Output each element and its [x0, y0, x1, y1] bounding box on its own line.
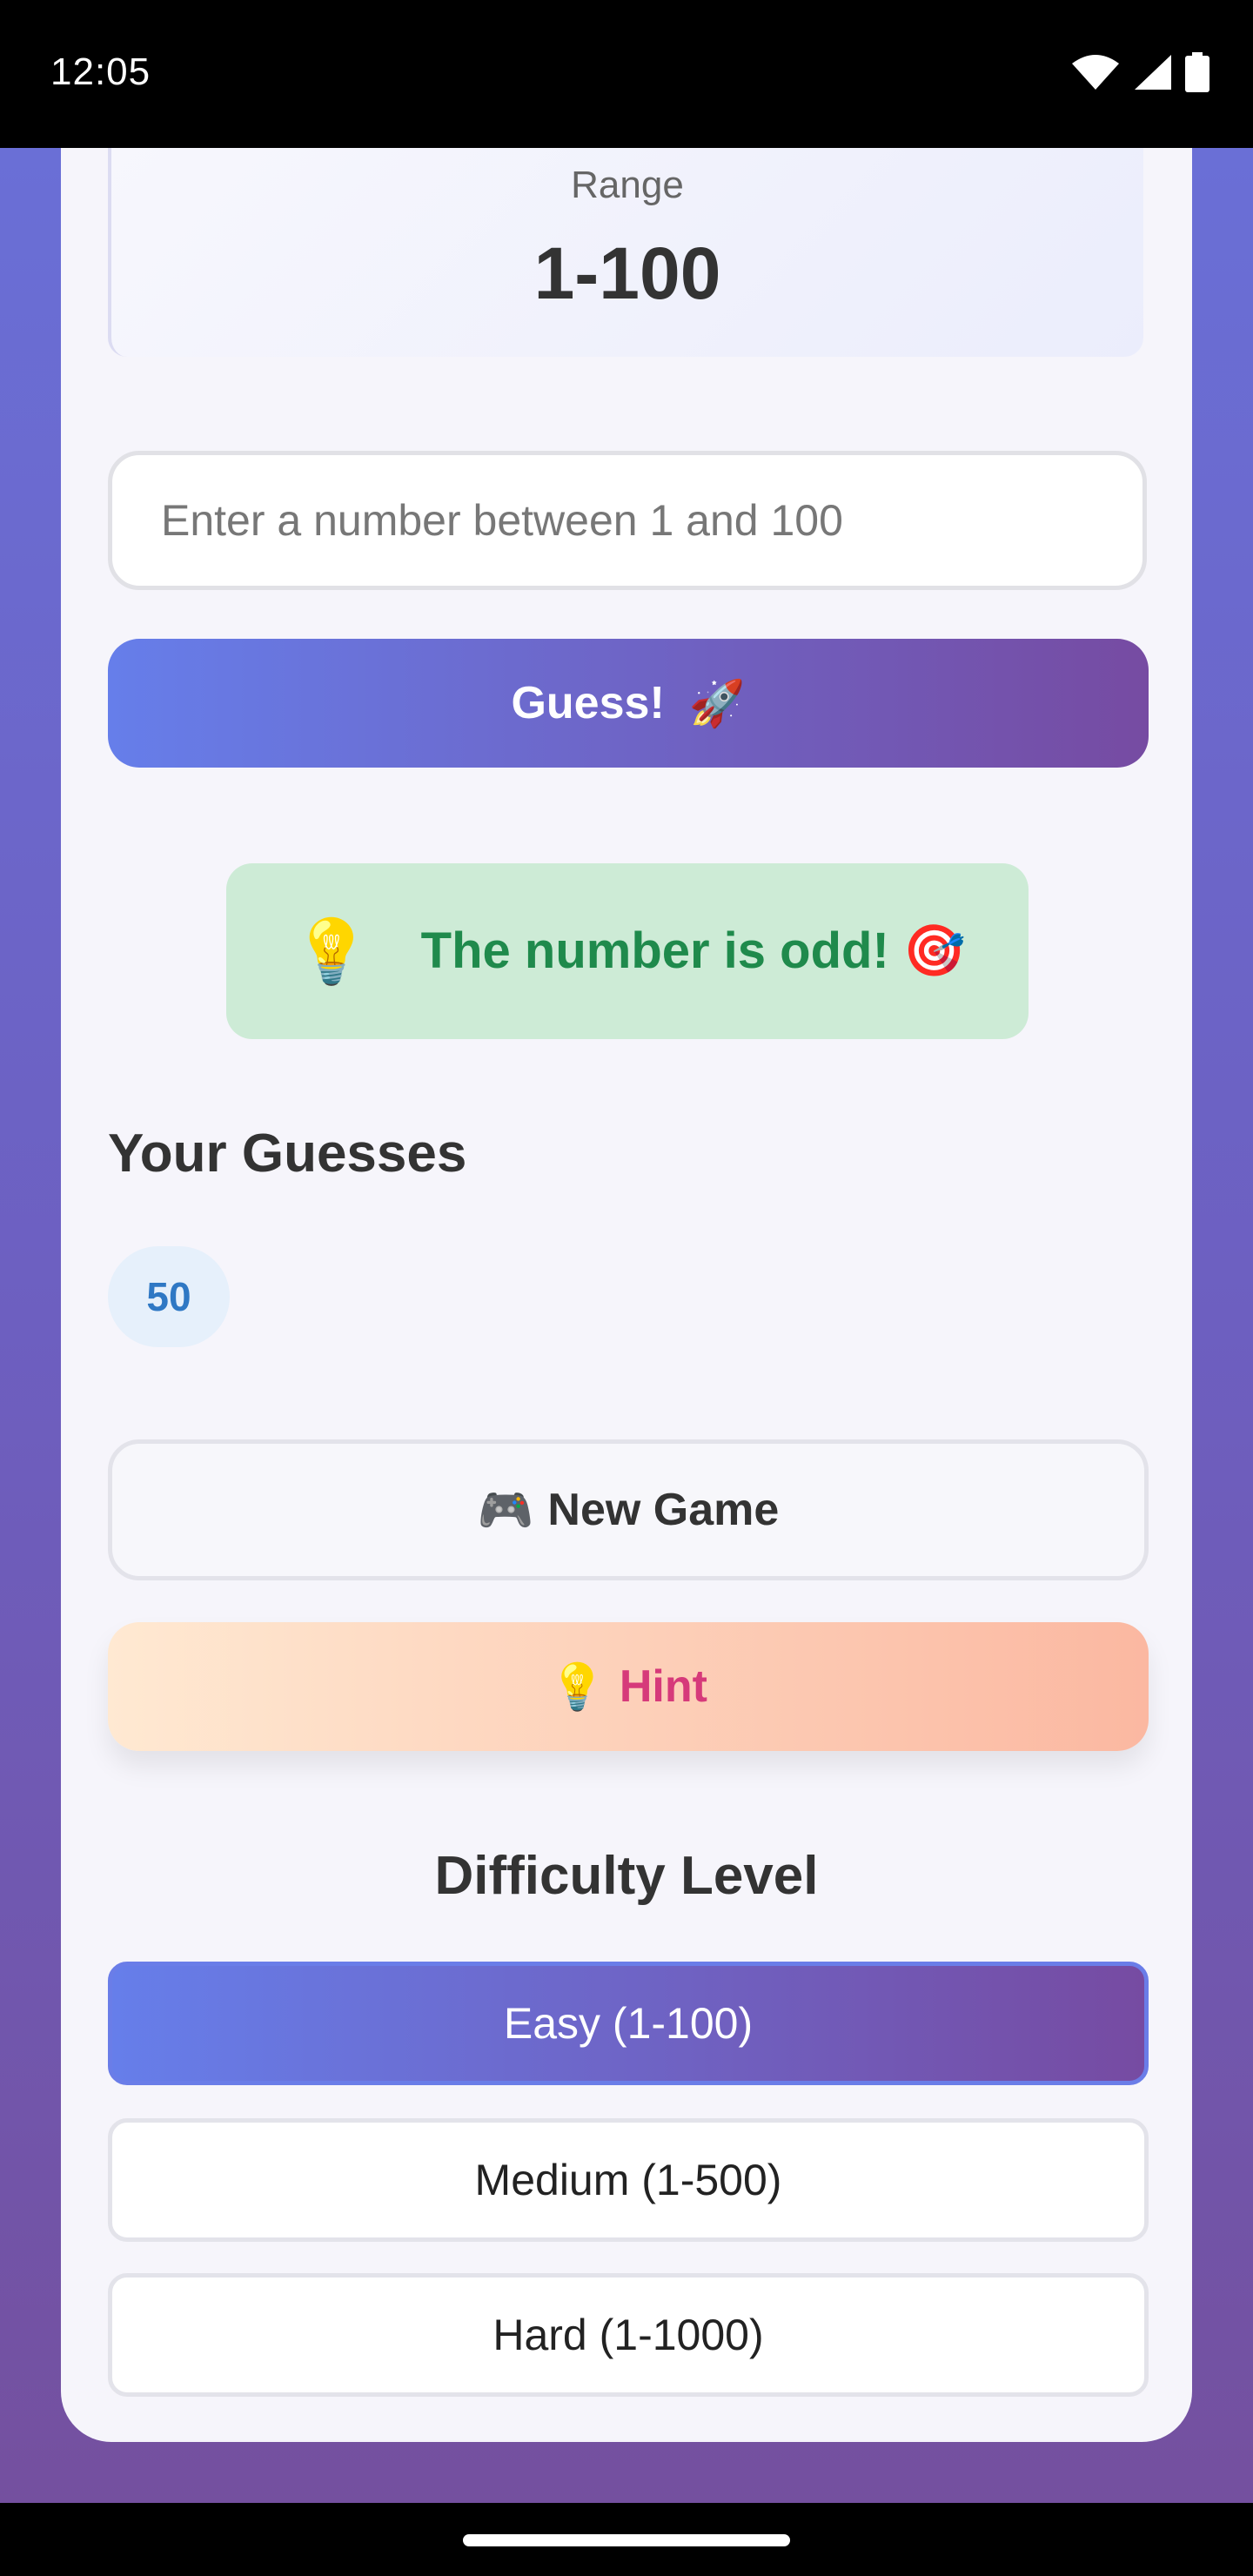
new-game-label: New Game	[547, 1485, 780, 1535]
game-card: Range 1-100 Guess! 🚀 💡 The number is odd…	[61, 148, 1192, 2442]
difficulty-hard-button[interactable]: Hard (1-1000)	[108, 2273, 1149, 2397]
feedback-text: The number is odd! 🎯	[420, 922, 967, 979]
difficulty-medium-label: Medium (1-500)	[474, 2156, 782, 2204]
lightbulb-icon: 💡	[549, 1661, 606, 1713]
range-label: Range	[571, 164, 684, 206]
new-game-button[interactable]: 🎮 New Game	[108, 1439, 1149, 1580]
status-time: 12:05	[50, 50, 151, 93]
signal-icon	[1135, 55, 1171, 90]
difficulty-hard-label: Hard (1-1000)	[492, 2311, 764, 2359]
rocket-icon: 🚀	[688, 678, 746, 729]
navigation-bar	[0, 2503, 1253, 2576]
home-indicator[interactable]	[463, 2534, 790, 2546]
lightbulb-icon: 💡	[292, 916, 371, 987]
hint-button[interactable]: 💡 Hint	[108, 1622, 1149, 1751]
game-controller-icon: 🎮	[477, 1485, 534, 1536]
range-box: Range 1-100	[108, 148, 1143, 357]
status-bar: 12:05	[0, 0, 1253, 148]
difficulty-easy-label: Easy (1-100)	[503, 1999, 754, 2048]
guess-input[interactable]	[108, 451, 1147, 590]
guess-chip-value: 50	[146, 1274, 191, 1319]
range-value: 1-100	[533, 232, 721, 314]
guess-button-label: Guess!	[511, 678, 665, 728]
wifi-icon	[1072, 55, 1119, 90]
status-icons	[1070, 52, 1209, 92]
guess-button[interactable]: Guess! 🚀	[108, 639, 1149, 768]
difficulty-medium-button[interactable]: Medium (1-500)	[108, 2118, 1149, 2242]
hint-label: Hint	[619, 1661, 707, 1712]
difficulty-title: Difficulty Level	[434, 1846, 819, 1906]
feedback-message: 💡 The number is odd! 🎯	[226, 863, 1029, 1039]
difficulty-easy-button[interactable]: Easy (1-100)	[108, 1962, 1149, 2085]
guesses-title: Your Guesses	[108, 1124, 467, 1184]
battery-icon	[1185, 52, 1209, 92]
guess-chip: 50	[108, 1246, 230, 1347]
